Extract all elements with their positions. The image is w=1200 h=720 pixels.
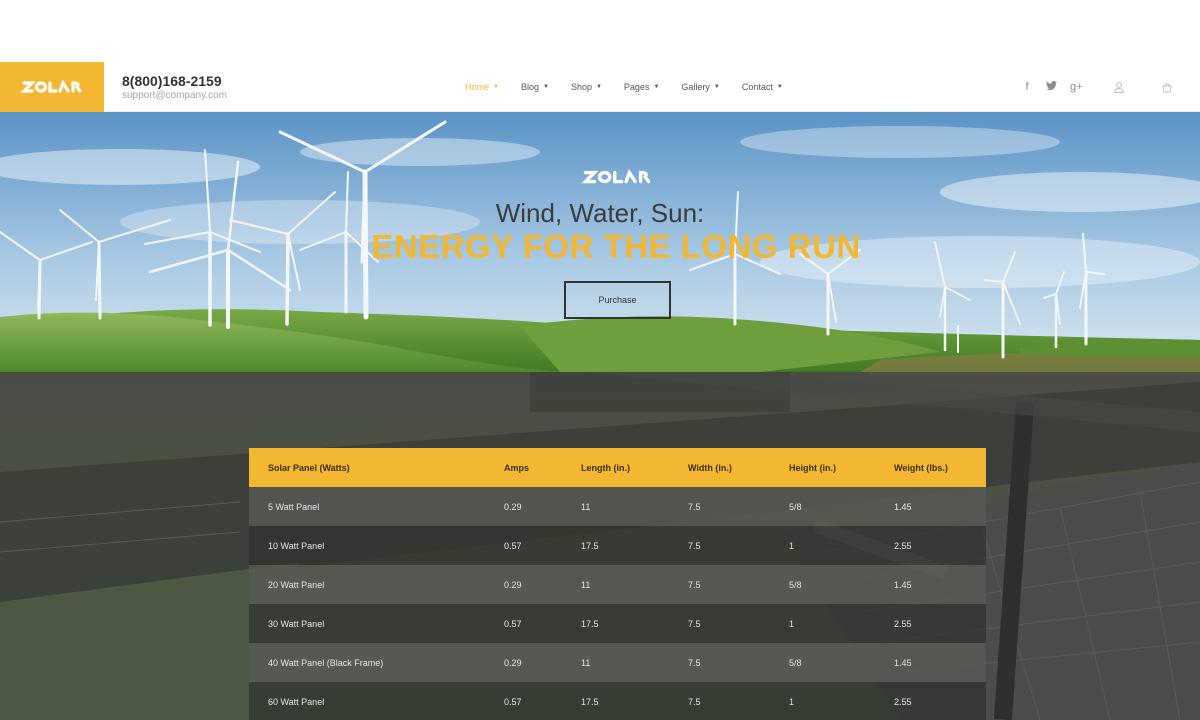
table-cell: 1.45 [894,579,912,590]
nav-item-blog[interactable]: Blog ▼ [521,82,549,92]
phone-number[interactable]: 8(800)168-2159 [122,73,227,89]
table-cell: 5/8 [789,579,802,590]
nav-label: Gallery [681,82,710,92]
twitter-icon[interactable] [1046,81,1057,93]
chevron-down-icon: ▼ [653,84,660,90]
table-cell: 0.29 [504,501,522,512]
hero-logo [578,168,656,191]
table-cell: 0.29 [504,657,522,668]
table-cell: 11 [581,501,591,512]
nav-label: Blog [520,82,539,92]
nav-item-pages[interactable]: Pages ▼ [624,82,659,92]
table-cell: 17.5 [581,696,599,707]
chevron-down-icon: ▼ [713,84,720,90]
nav-label: Home [465,82,490,92]
solar-panel-specs-table: Solar Panel (Watts) Amps Length (in.) Wi… [249,448,986,720]
table-cell: 7.5 [688,696,701,707]
table-cell: 20 Watt Panel [268,579,325,590]
user-icon[interactable] [1114,80,1124,98]
table-cell: 0.57 [504,618,522,629]
column-header: Width (in.) [688,462,732,473]
solar-logo-icon [581,168,651,184]
table-cell: 0.57 [504,696,522,707]
table-cell: 5/8 [789,657,802,668]
table-cell: 2.55 [894,540,912,551]
table-cell: 7.5 [688,618,701,629]
table-cell: 17.5 [581,540,599,551]
table-cell: 7.5 [688,540,701,551]
chevron-down-icon: ▼ [493,84,499,90]
table-cell: 7.5 [688,501,701,512]
table-cell: 5/8 [789,501,802,512]
table-body: 5 Watt Panel 0.29 11 7.5 5/8 1.45 10 Wat… [249,487,986,720]
table-cell: 1 [789,618,795,629]
chevron-down-icon: ▼ [776,84,783,90]
table-cell: 7.5 [688,579,701,590]
social-links: f g+ [1022,62,1094,112]
table-row: 30 Watt Panel 0.57 17.5 7.5 1 2.55 [249,604,986,643]
specs-section: Solar Panel (Watts) Amps Length (in.) Wi… [0,372,1200,720]
nav-item-gallery[interactable]: Gallery ▼ [681,82,719,92]
main-nav: Home ▼ Blog ▼ Shop ▼ Pages ▼ Gallery ▼ C… [465,62,805,112]
table-cell: 1 [789,696,795,707]
cart-icon[interactable] [1162,80,1172,98]
purchase-button[interactable]: Purchase [564,281,671,319]
table-cell: 0.57 [504,540,522,551]
table-row: 5 Watt Panel 0.29 11 7.5 5/8 1.45 [249,487,986,526]
column-header: Height (in.) [789,462,836,473]
table-cell: 11 [581,657,591,668]
support-email[interactable]: support@company.com [122,90,227,102]
nav-item-home[interactable]: Home ▼ [465,82,499,92]
table-cell: 7.5 [688,657,701,668]
table-header-row: Solar Panel (Watts) Amps Length (in.) Wi… [249,448,986,487]
table-cell: 60 Watt Panel [268,696,325,707]
nav-label: Contact [741,82,773,92]
table-row: 60 Watt Panel 0.57 17.5 7.5 1 2.55 [249,682,986,720]
facebook-icon[interactable]: f [1022,81,1032,93]
hero-title: Wind, Water, Sun: [495,198,705,228]
site-logo[interactable] [0,62,104,112]
google-plus-icon[interactable]: g+ [1070,81,1083,93]
chevron-down-icon: ▼ [542,84,549,90]
table-row: 10 Watt Panel 0.57 17.5 7.5 1 2.55 [249,526,986,565]
table-cell: 11 [581,579,591,590]
chevron-down-icon: ▼ [595,84,602,90]
column-header: Amps [504,462,530,473]
nav-item-contact[interactable]: Contact ▼ [742,82,783,92]
table-cell: 1 [789,540,795,551]
column-header: Solar Panel (Watts) [268,462,350,473]
column-header: Length (in.) [581,462,630,473]
table-cell: 1.45 [894,501,912,512]
solar-logo-icon [20,79,82,93]
table-cell: 30 Watt Panel [268,618,325,629]
site-header: 8(800)168-2159 support@company.com Home … [0,62,1200,112]
table-cell: 17.5 [581,618,599,629]
column-header: Weight (lbs.) [894,462,948,473]
contact-info: 8(800)168-2159 support@company.com [122,73,227,102]
nav-item-shop[interactable]: Shop ▼ [571,82,602,92]
table-cell: 40 Watt Panel (Black Frame) [268,657,384,668]
hero-subtitle: ENERGY FOR THE LONG RUN [371,228,861,265]
table-cell: 2.55 [894,618,912,629]
table-cell: 1.45 [894,657,912,668]
table-cell: 0.29 [504,579,522,590]
table-cell: 10 Watt Panel [268,540,325,551]
nav-label: Pages [623,82,650,92]
table-row: 40 Watt Panel (Black Frame) 0.29 11 7.5 … [249,643,986,682]
table-cell: 5 Watt Panel [268,501,320,512]
table-row: 20 Watt Panel 0.29 11 7.5 5/8 1.45 [249,565,986,604]
table-cell: 2.55 [894,696,912,707]
hero-banner: Wind, Water, Sun: ENERGY FOR THE LONG RU… [0,112,1200,372]
nav-label: Shop [570,82,592,92]
